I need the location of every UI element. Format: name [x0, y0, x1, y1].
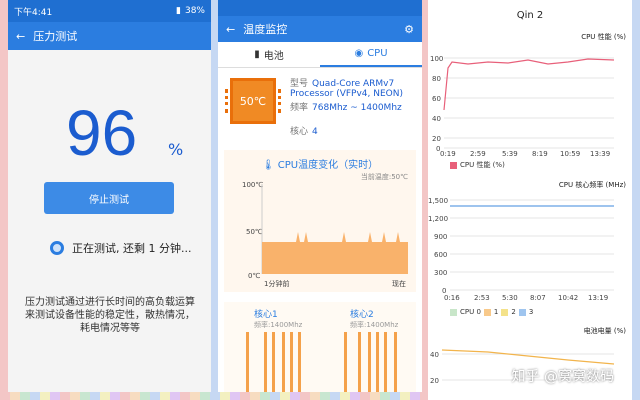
progress-unit: %: [168, 140, 184, 159]
test-description: 压力测试通过进行长时间的高负载运算来测试设备性能的稳定性，散热情况，耗电情况等等: [25, 297, 195, 334]
temp-x-left: 1分钟前: [264, 279, 289, 288]
c2-x2: 5:30: [502, 294, 518, 302]
c2-y4: 300: [434, 269, 447, 277]
back-arrow-icon[interactable]: ←: [226, 23, 235, 36]
legend-swatch-3: [518, 308, 526, 316]
c2-x4: 10:42: [558, 294, 578, 302]
tab-cpu[interactable]: ◉ CPU: [320, 42, 422, 67]
legend-cpu0: CPU 0: [460, 308, 481, 316]
c2-y1: 1,200: [428, 215, 448, 223]
cpu-icon: ◉: [354, 48, 364, 59]
status-time: 下午4:41: [14, 7, 53, 18]
c2-x3: 8:07: [530, 294, 546, 302]
c1-y4: 20: [432, 135, 441, 143]
legend-cpu2: 2: [511, 308, 516, 316]
app-bar: ← 温度监控 ⚙: [218, 16, 422, 42]
legend-swatch-2: [501, 308, 509, 316]
c1-x3: 8:19: [532, 150, 548, 158]
c2-x5: 13:19: [588, 294, 608, 302]
legend-cpu3: 3: [528, 308, 534, 316]
spec-cores: 核心 4: [290, 124, 318, 137]
c1-x4: 10:59: [560, 150, 580, 158]
battery-icon: ▮: [176, 6, 181, 16]
temp-area: [262, 232, 408, 274]
core2-label: 核心2: [350, 310, 374, 320]
c1-y2: 60: [432, 95, 441, 103]
c1-x2: 5:39: [502, 150, 518, 158]
c2-x1: 2:53: [474, 294, 490, 302]
c1-y0: 100: [430, 55, 443, 63]
stress-test-screen: 下午4:41 ▮ 38% ← 压力测试 96 % 停止测试 正在测试, 还剩 1…: [8, 0, 211, 392]
cpu-temp-chart-card: 🌡 CPU温度变化（实时） 当前温度:50℃ 100℃ 50℃ 0℃ 1分钟前 …: [224, 150, 416, 292]
legend-swatch-1: [483, 308, 491, 316]
cpu-info-card: 50℃ 型号 Quad-Core ARMv7 Processor (VFPv4, …: [224, 72, 416, 144]
temp-y-top: 100℃: [242, 181, 263, 189]
chart1-legend: CPU 性能 (%): [450, 160, 505, 170]
temperature-monitor-screen: ← 温度监控 ⚙ ▮ 电池 ◉ CPU 50℃ 型号 Quad-Core ARMv…: [218, 0, 422, 392]
loading-spinner-icon: [50, 241, 64, 255]
c3-y1: 20: [430, 377, 439, 385]
core1-label: 核心1: [254, 310, 278, 320]
page-title: 温度监控: [243, 23, 288, 36]
temp-x-right: 现在: [392, 279, 406, 288]
c1-x5: 13:39: [590, 150, 610, 158]
performance-charts-screen: Qin 2 CPU 性能 (%) 100 80 60 40 20 0 0:19 …: [428, 0, 632, 400]
spec-freq: 频率 768Mhz ~ 1400Mhz: [290, 100, 402, 113]
c2-y0: 1,500: [428, 197, 448, 205]
spec-freq-value: 768Mhz ~ 1400Mhz: [312, 103, 402, 113]
tab-battery[interactable]: ▮ 电池: [218, 42, 320, 67]
device-title: Qin 2: [516, 10, 544, 21]
c2-x0: 0:16: [444, 294, 460, 302]
spec-cores-label: 核心: [290, 127, 309, 137]
status-battery: 38%: [184, 6, 205, 16]
app-bar: ← 压力测试: [8, 22, 211, 50]
cpu-chip-icon: 50℃: [225, 78, 281, 124]
chart1-legend-label: CPU 性能 (%): [460, 161, 505, 169]
cpu-performance-chart: 100 80 60 40 20 0 0:19 2:59 5:39 8:19 10…: [430, 55, 615, 158]
chart2-legend: CPU 0 1 2 3: [450, 308, 533, 316]
c3-y0: 40: [430, 351, 439, 359]
c2-y3: 600: [434, 251, 447, 259]
core2-freq: 频率:1400Mhz: [350, 321, 399, 329]
core-bars: [246, 332, 397, 392]
c1-y1: 80: [432, 75, 441, 83]
testing-status: 正在测试, 还剩 1 分钟...: [50, 240, 191, 256]
spec-model-label: 型号: [290, 79, 309, 89]
legend-cpu1: 1: [493, 308, 499, 316]
chart3-title: 电池电量 (%): [583, 327, 626, 335]
chip-temp: 50℃: [239, 94, 267, 108]
page-title: 压力测试: [33, 30, 78, 43]
perf-line: [443, 58, 615, 111]
testing-text: 正在测试, 还剩 1 分钟...: [72, 242, 192, 255]
chart2-xaxis: 0:16 2:53 5:30 8:07 10:42 13:19: [444, 294, 608, 302]
core1-freq: 频率:1400Mhz: [254, 321, 303, 329]
temp-y-mid: 50℃: [246, 228, 263, 236]
watermark: 知乎 @窝窝数码: [511, 369, 614, 385]
settings-gear-icon[interactable]: ⚙: [404, 23, 414, 36]
c1-x1: 2:59: [470, 150, 486, 158]
cpu-frequency-chart: 1,500 1,200 900 600 300 0: [428, 197, 614, 295]
core-frequency-section: 核心1 频率:1400Mhz 核心2 频率:1400Mhz: [224, 302, 416, 392]
c1-y3: 40: [432, 115, 441, 123]
stop-test-button[interactable]: 停止测试: [44, 182, 174, 214]
tab-battery-label: 电池: [263, 51, 284, 62]
battery-line: [441, 349, 615, 365]
legend-swatch-0: [450, 308, 457, 316]
battery-icon: ▮: [254, 49, 260, 60]
chart2-title: CPU 核心频率 (MHz): [558, 181, 626, 189]
spec-model: 型号 Quad-Core ARMv7 Processor (VFPv4, NEON…: [290, 76, 414, 99]
back-arrow-icon[interactable]: ←: [16, 30, 25, 43]
legend-swatch: [450, 161, 457, 169]
temp-y-bot: 0℃: [248, 272, 260, 280]
c2-y2: 900: [434, 233, 447, 241]
tab-cpu-label: CPU: [367, 48, 388, 59]
status-bar: 下午4:41 ▮ 38%: [8, 0, 211, 22]
spec-freq-label: 频率: [290, 103, 309, 113]
tab-bar: ▮ 电池 ◉ CPU: [218, 42, 422, 68]
progress-value: 96: [66, 97, 138, 169]
c1-x0: 0:19: [440, 150, 456, 158]
spec-cores-value: 4: [312, 127, 318, 137]
status-bar: [218, 0, 422, 16]
temp-chart: 100℃ 50℃ 0℃ 1分钟前 现在: [242, 181, 408, 288]
